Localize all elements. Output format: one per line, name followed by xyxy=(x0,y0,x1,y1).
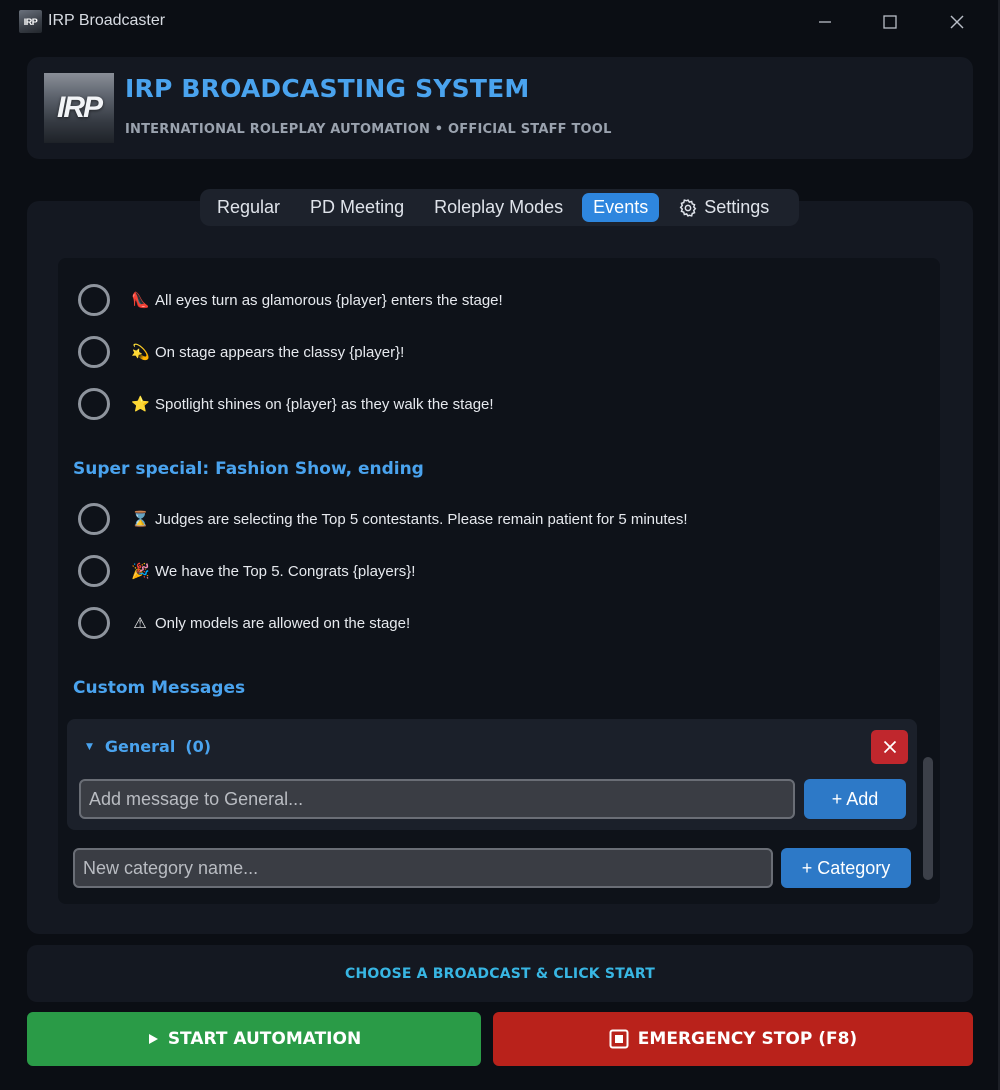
close-icon xyxy=(883,740,896,754)
tab-regular[interactable]: Regular xyxy=(206,193,291,222)
title-bar[interactable]: IRP IRP Broadcaster xyxy=(0,0,1000,44)
radio-button[interactable] xyxy=(78,555,110,587)
high-heel-icon: 👠 xyxy=(131,291,150,309)
maximize-button[interactable] xyxy=(875,8,905,36)
tab-label: Settings xyxy=(704,197,770,217)
play-icon xyxy=(147,1033,159,1045)
header-subtitle: INTERNATIONAL ROLEPLAY AUTOMATION • OFFI… xyxy=(125,122,612,137)
start-automation-button[interactable]: START AUTOMATION xyxy=(27,1012,481,1066)
add-message-button[interactable]: + Add xyxy=(804,779,906,819)
minimize-icon xyxy=(819,21,831,23)
irp-logo: IRP xyxy=(44,73,114,143)
tab-label: Events xyxy=(593,197,649,217)
delete-category-button[interactable] xyxy=(871,730,908,764)
event-text: We have the Top 5. Congrats {players}! xyxy=(155,563,416,580)
caret-down-icon: ▼ xyxy=(86,741,93,752)
gear-icon xyxy=(678,198,698,218)
category-name-input[interactable] xyxy=(73,848,773,888)
tab-settings[interactable]: Settings xyxy=(667,193,780,222)
event-option-label: 👠 All eyes turn as glamorous {player} ent… xyxy=(131,291,503,309)
app-window: IRP IRP Broadcaster IRP IRP BROADCASTING… xyxy=(0,0,1000,1090)
close-window-button[interactable] xyxy=(942,8,972,36)
star-icon: ⭐ xyxy=(131,395,150,413)
stop-label: EMERGENCY STOP (F8) xyxy=(637,1029,858,1049)
header-card: IRP IRP BROADCASTING SYSTEM INTERNATIONA… xyxy=(27,57,973,159)
event-option[interactable]: ⭐ Spotlight shines on {player} as they wa… xyxy=(78,388,494,420)
event-option[interactable]: ⌛ Judges are selecting the Top 5 contesta… xyxy=(78,503,688,535)
radio-button[interactable] xyxy=(78,336,110,368)
add-category-button[interactable]: + Category xyxy=(781,848,911,888)
radio-button[interactable] xyxy=(78,503,110,535)
event-option[interactable]: 💫 On stage appears the classy {player}! xyxy=(78,336,404,368)
emergency-stop-button[interactable]: EMERGENCY STOP (F8) xyxy=(493,1012,973,1066)
radio-button[interactable] xyxy=(78,388,110,420)
message-input[interactable] xyxy=(79,779,795,819)
logo-text: IRP xyxy=(56,91,103,124)
tab-label: Regular xyxy=(217,197,281,217)
dizzy-icon: 💫 xyxy=(131,343,150,361)
close-icon xyxy=(950,15,964,29)
section-title-custom-messages: Custom Messages xyxy=(73,678,246,698)
hourglass-icon: ⌛ xyxy=(131,510,150,528)
event-option[interactable]: ⚠ Only models are allowed on the stage! xyxy=(78,607,410,639)
app-icon: IRP xyxy=(19,10,42,33)
event-option-label: ⭐ Spotlight shines on {player} as they wa… xyxy=(131,395,494,413)
event-text: Only models are allowed on the stage! xyxy=(155,615,411,632)
party-popper-icon: 🎉 xyxy=(131,562,150,580)
maximize-icon xyxy=(883,15,897,29)
category-name: General xyxy=(104,737,176,756)
radio-button[interactable] xyxy=(78,284,110,316)
event-text: Judges are selecting the Top 5 contestan… xyxy=(155,511,688,528)
event-option[interactable]: 🎉 We have the Top 5. Congrats {players}! xyxy=(78,555,415,587)
tab-bar: Regular PD Meeting Roleplay Modes Events… xyxy=(200,189,799,226)
stop-icon xyxy=(609,1029,629,1049)
category-toggle[interactable]: ▼ General (0) xyxy=(86,737,211,756)
status-text: CHOOSE A BROADCAST & CLICK START xyxy=(344,965,656,982)
start-label: START AUTOMATION xyxy=(167,1029,362,1049)
event-text: On stage appears the classy {player}! xyxy=(155,344,405,361)
scrollbar-thumb[interactable] xyxy=(923,757,933,880)
event-option-label: ⚠ Only models are allowed on the stage! xyxy=(131,614,410,632)
section-title-fashion-show-ending: Super special: Fashion Show, ending xyxy=(73,459,424,479)
tab-pd-meeting[interactable]: PD Meeting xyxy=(299,193,415,222)
tab-label: PD Meeting xyxy=(310,197,405,217)
category-count: (0) xyxy=(185,737,212,756)
event-text: Spotlight shines on {player} as they wal… xyxy=(155,396,494,413)
event-option[interactable]: 👠 All eyes turn as glamorous {player} ent… xyxy=(78,284,503,316)
tab-label: Roleplay Modes xyxy=(434,197,564,217)
minimize-button[interactable] xyxy=(810,8,840,36)
warning-icon: ⚠ xyxy=(133,614,147,632)
radio-button[interactable] xyxy=(78,607,110,639)
status-bar: CHOOSE A BROADCAST & CLICK START xyxy=(27,945,973,1002)
tab-events[interactable]: Events xyxy=(582,193,660,222)
window-title: IRP Broadcaster xyxy=(48,12,166,29)
event-option-label: 🎉 We have the Top 5. Congrats {players}! xyxy=(131,562,415,580)
event-option-label: 💫 On stage appears the classy {player}! xyxy=(131,343,404,361)
header-title: IRP BROADCASTING SYSTEM xyxy=(125,74,530,103)
event-option-label: ⌛ Judges are selecting the Top 5 contesta… xyxy=(131,510,688,528)
event-text: All eyes turn as glamorous {player} ente… xyxy=(155,292,503,309)
tab-roleplay-modes[interactable]: Roleplay Modes xyxy=(423,193,574,222)
